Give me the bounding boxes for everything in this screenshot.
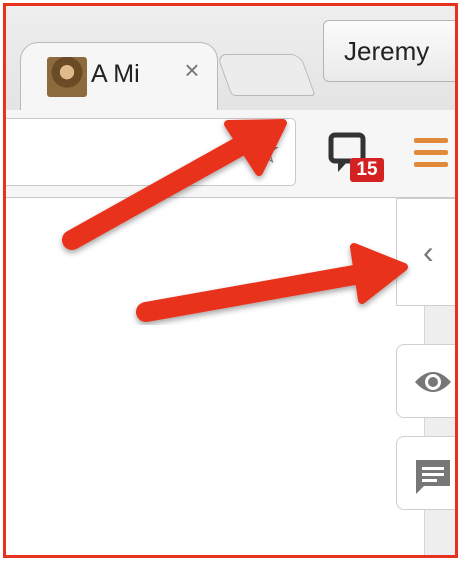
sidebar-comment-button[interactable]: [396, 436, 455, 510]
extension-badge: 15: [350, 158, 384, 182]
tab-strip: A Mi × Jeremy: [6, 6, 455, 112]
toolbar: ☆ 15: [6, 110, 455, 198]
eye-icon: [415, 372, 451, 392]
star-icon[interactable]: ☆: [249, 131, 281, 171]
portrait-favicon-icon: [47, 57, 87, 97]
hamburger-icon[interactable]: [414, 138, 448, 172]
new-tab-button[interactable]: [216, 54, 316, 96]
sidebar-eye-button[interactable]: [396, 344, 455, 418]
page-content: ‹: [6, 198, 455, 555]
screenshot-frame: A Mi × Jeremy ☆ 15 ‹: [3, 3, 458, 558]
close-icon[interactable]: ×: [179, 57, 205, 83]
extension-button[interactable]: 15: [328, 132, 384, 188]
tab-title: A Mi: [91, 60, 140, 88]
comment-icon: [416, 460, 450, 494]
chevron-left-icon: ‹: [423, 234, 434, 270]
browser-tab[interactable]: A Mi ×: [20, 42, 218, 112]
profile-button[interactable]: Jeremy: [323, 20, 455, 82]
address-bar[interactable]: ☆: [6, 118, 296, 186]
sidebar-collapse-button[interactable]: ‹: [396, 198, 455, 306]
